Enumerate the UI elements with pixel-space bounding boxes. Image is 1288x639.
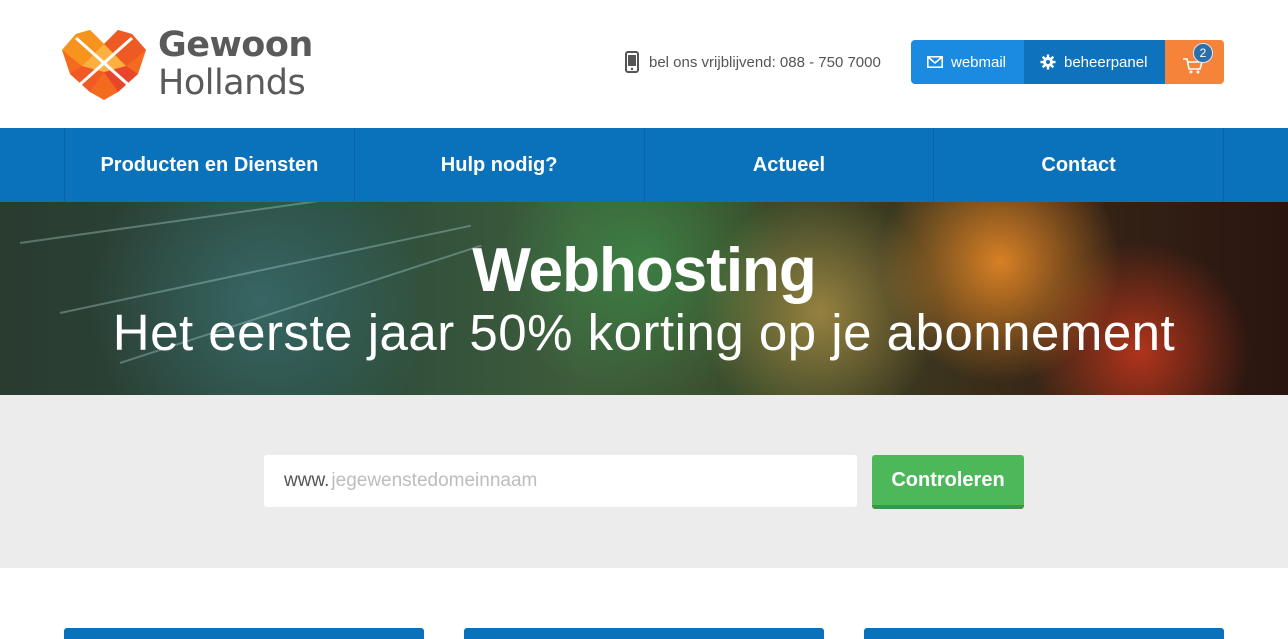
webmail-button[interactable]: webmail <box>911 40 1024 84</box>
hero-banner: Webhosting Het eerste jaar 50% korting o… <box>0 202 1288 395</box>
main-navigation: Producten en Diensten Hulp nodig? Actuee… <box>0 128 1288 202</box>
logo-wordmark: Gewoon Hollands <box>158 26 313 102</box>
domain-prefix: www. <box>284 470 330 491</box>
site-logo[interactable]: Gewoon Hollands <box>62 26 313 106</box>
phone-contact: bel ons vrijblijvend: 088 - 750 7000 <box>625 50 881 74</box>
gear-icon <box>1040 54 1056 70</box>
nav-item-actueel[interactable]: Actueel <box>645 128 935 202</box>
phone-text: bel ons vrijblijvend: 088 - 750 7000 <box>649 53 881 71</box>
nav-menu: Producten en Diensten Hulp nodig? Actuee… <box>64 128 1224 202</box>
beheerpanel-label: beheerpanel <box>1064 53 1148 71</box>
logo-icon <box>62 30 146 100</box>
domain-input[interactable] <box>331 470 832 492</box>
envelope-icon <box>927 56 943 68</box>
domain-search-field[interactable]: www. <box>264 455 857 507</box>
mobile-phone-icon <box>625 51 639 73</box>
nav-item-producten-en-diensten[interactable]: Producten en Diensten <box>65 128 355 202</box>
nav-item-hulp-nodig[interactable]: Hulp nodig? <box>355 128 645 202</box>
product-card-header <box>64 628 424 639</box>
beheerpanel-button[interactable]: beheerpanel <box>1024 40 1165 84</box>
product-card-header <box>464 628 824 639</box>
site-header: Gewoon Hollands bel ons vrijblijvend: 08… <box>0 0 1288 128</box>
domain-search-section: www. Controleren <box>0 395 1288 568</box>
webmail-label: webmail <box>951 53 1007 71</box>
hero-title: Webhosting <box>472 236 817 305</box>
cart-count-badge: 2 <box>1193 43 1213 63</box>
controleren-button[interactable]: Controleren <box>872 455 1024 509</box>
logo-line-1: Gewoon <box>158 25 313 65</box>
logo-line-2: Hollands <box>158 63 306 103</box>
top-action-buttons: webmail beheerpanel 2 <box>911 40 1224 84</box>
cart-button[interactable]: 2 <box>1165 40 1224 84</box>
product-card-header <box>864 628 1224 639</box>
hero-subtitle: Het eerste jaar 50% korting op je abonne… <box>112 304 1176 361</box>
nav-item-contact[interactable]: Contact <box>934 128 1224 202</box>
